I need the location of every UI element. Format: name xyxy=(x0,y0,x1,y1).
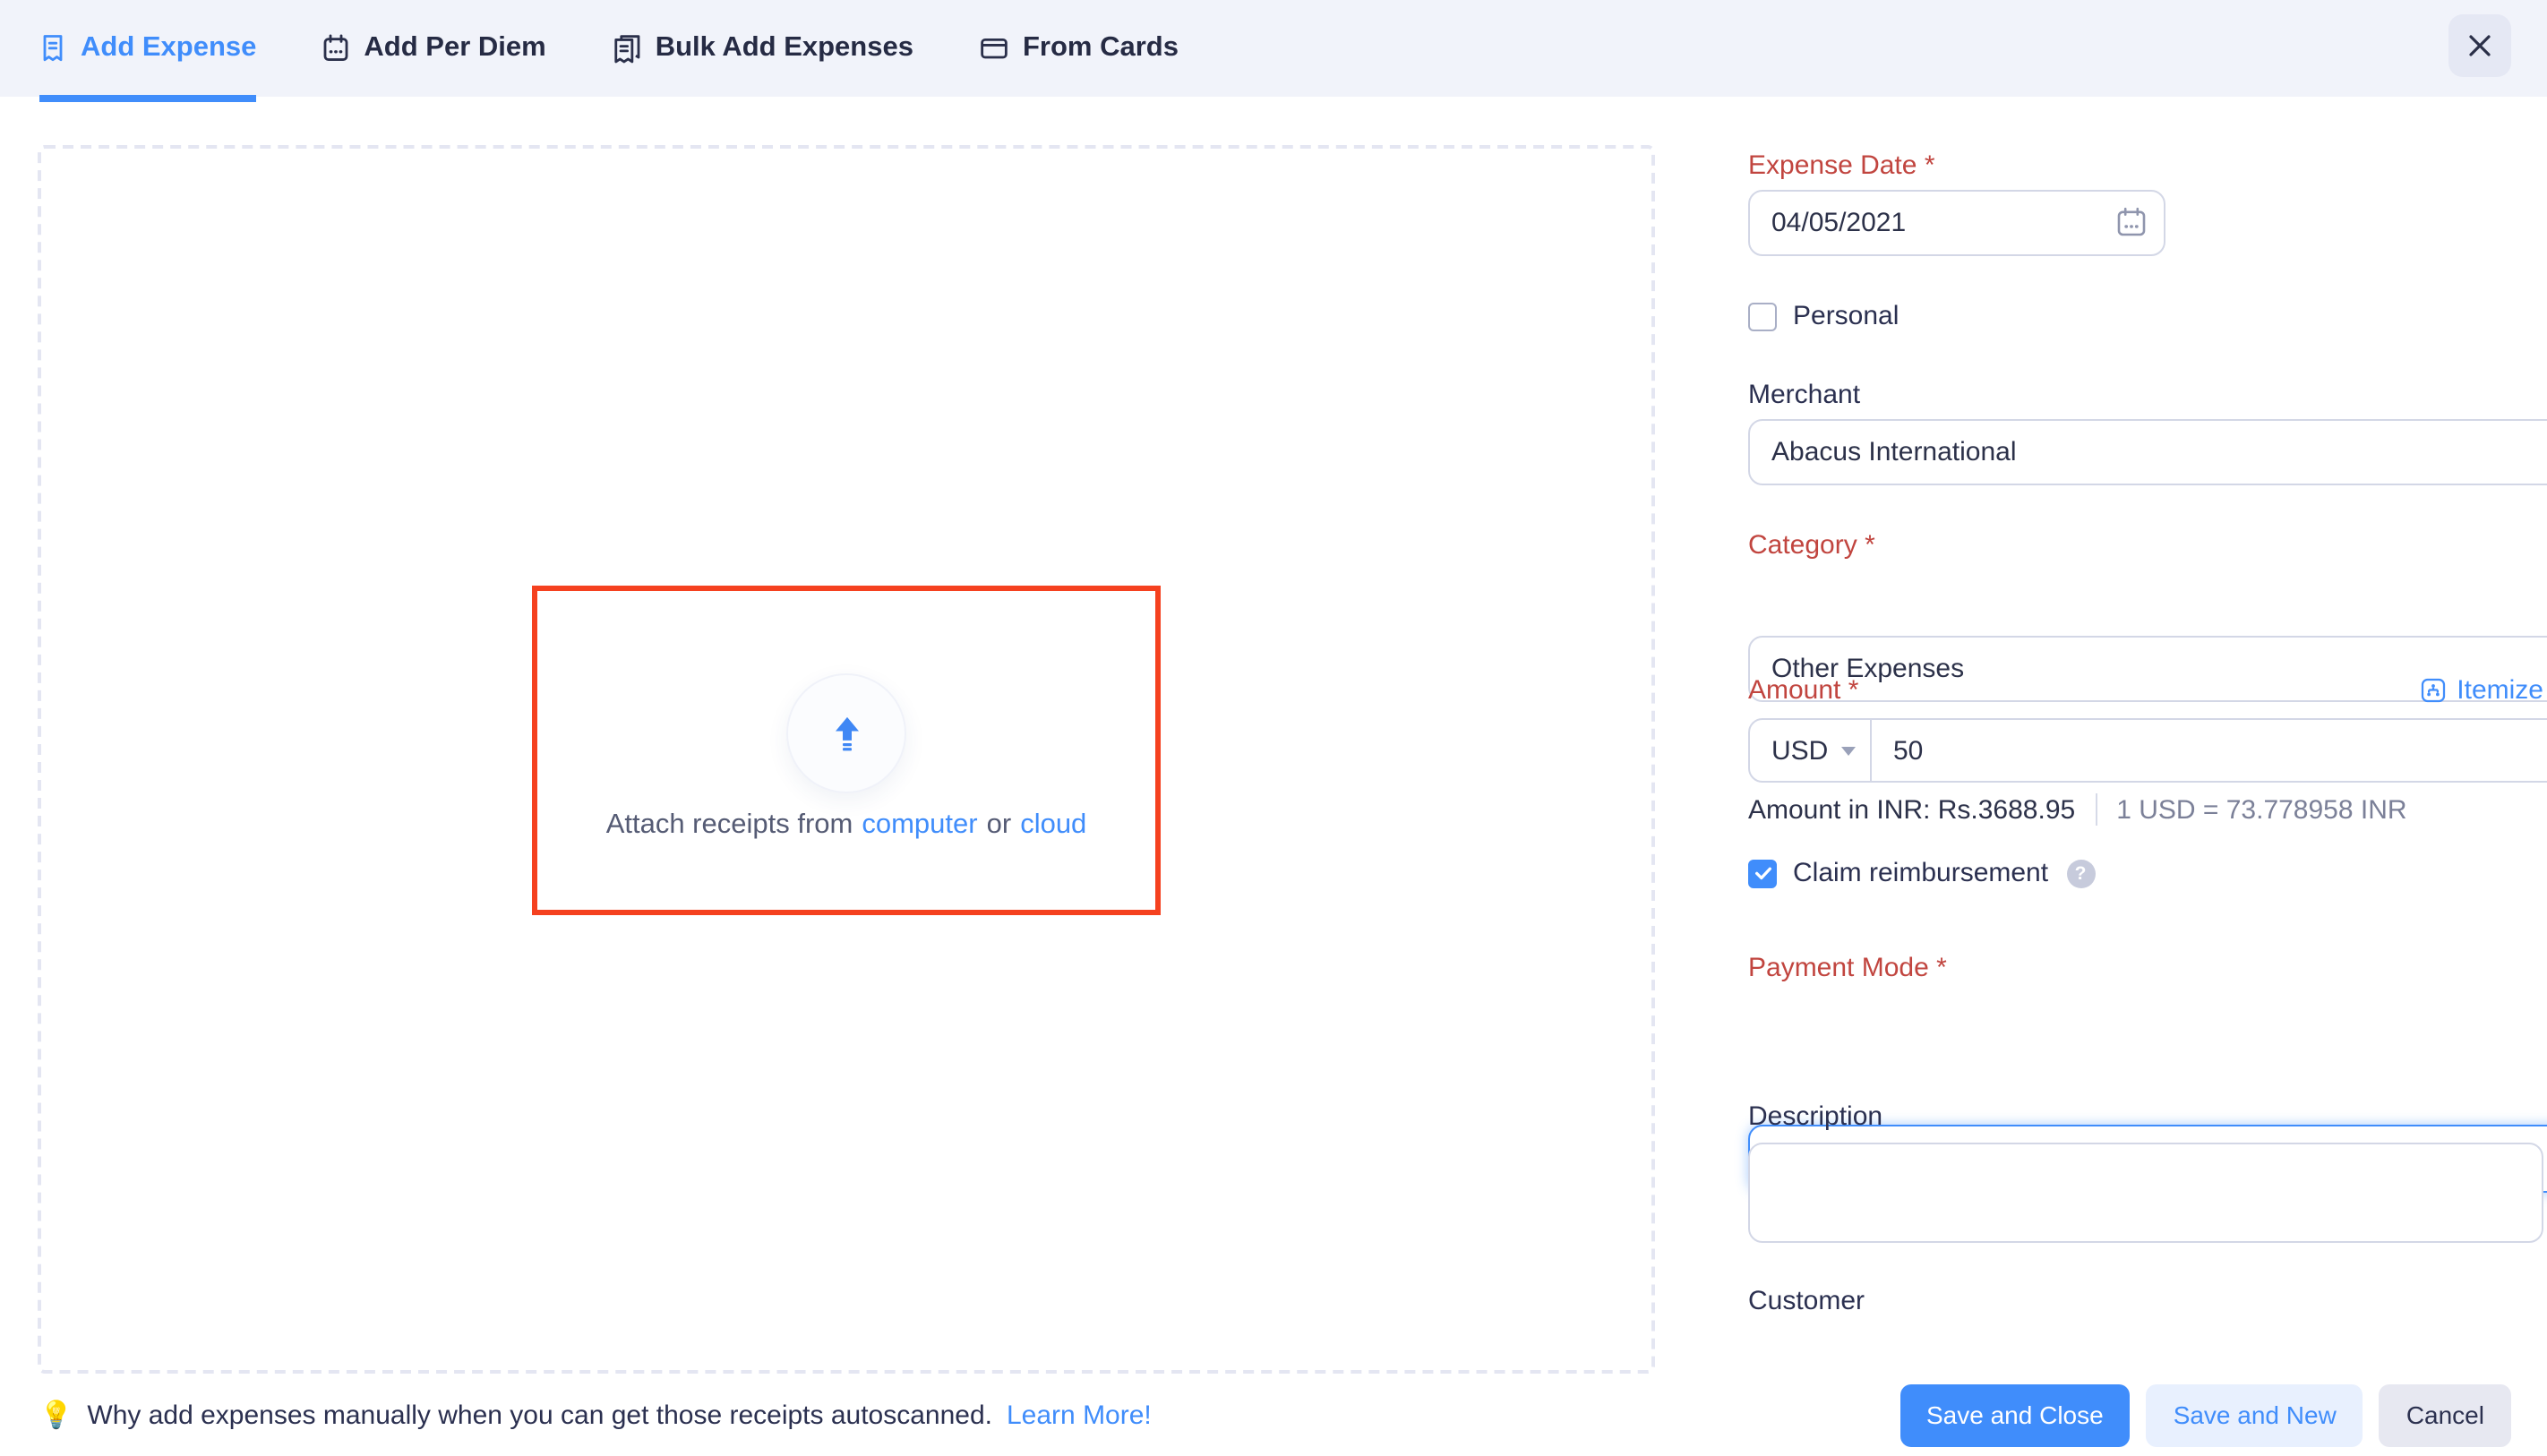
tip-text: Why add expenses manually when you can g… xyxy=(87,1400,992,1430)
amount-input[interactable] xyxy=(1872,720,2547,781)
amount-label: Amount * xyxy=(1748,675,1858,706)
currency-select[interactable]: USD xyxy=(1750,720,1872,781)
upload-arrow-icon xyxy=(823,710,870,757)
receipts-stack-icon xyxy=(613,33,641,64)
close-button[interactable] xyxy=(2448,14,2511,77)
attach-receipts-text: Attach receipts from computer or cloud xyxy=(448,809,1245,842)
currency-value: USD xyxy=(1771,735,1828,766)
help-icon[interactable]: ? xyxy=(2066,859,2095,887)
customer-label: Customer xyxy=(1748,1286,1865,1316)
receipt-icon xyxy=(39,34,66,63)
expense-date-input[interactable] xyxy=(1748,190,2165,256)
required-mark: * xyxy=(1936,953,1947,983)
calendar-picker-icon[interactable] xyxy=(2115,206,2148,238)
tab-bulk-add-expenses[interactable]: Bulk Add Expenses xyxy=(613,0,913,97)
tab-bar: Add Expense Add Per Diem Bulk Add Expe xyxy=(0,0,2547,97)
cancel-button[interactable]: Cancel xyxy=(2380,1383,2511,1446)
attach-computer-link[interactable]: computer xyxy=(862,809,977,842)
divider xyxy=(2095,793,2097,826)
tab-label: Add Per Diem xyxy=(364,32,545,64)
category-label: Category * xyxy=(1748,530,2543,562)
claim-reimbursement-label: Claim reimbursement xyxy=(1793,858,2048,888)
tab-add-expense[interactable]: Add Expense xyxy=(39,0,256,97)
footer-bar: 💡 Why add expenses manually when you can… xyxy=(0,1374,2547,1456)
tab-add-per-diem[interactable]: Add Per Diem xyxy=(322,0,545,97)
attach-cloud-link[interactable]: cloud xyxy=(1020,809,1086,842)
credit-card-icon xyxy=(980,34,1008,63)
itemize-icon xyxy=(2419,677,2446,704)
converted-amount: Amount in INR: Rs.3688.95 xyxy=(1748,794,2075,825)
save-and-new-button[interactable]: Save and New xyxy=(2147,1383,2363,1446)
attach-or-text: or xyxy=(987,809,1012,842)
required-mark: * xyxy=(1925,150,1935,181)
caret-down-icon xyxy=(1840,746,1855,755)
itemize-link[interactable]: Itemize xyxy=(2419,675,2543,706)
exchange-rate-line: Amount in INR: Rs.3688.95 1 USD = 73.778… xyxy=(1748,793,2543,826)
required-mark: * xyxy=(1865,530,1875,561)
upload-circle[interactable] xyxy=(786,673,906,793)
tab-label: From Cards xyxy=(1023,32,1179,64)
learn-more-link[interactable]: Learn More! xyxy=(1007,1400,1152,1430)
claim-reimbursement-checkbox[interactable] xyxy=(1748,859,1777,887)
add-expense-modal: Add Expense Add Per Diem Bulk Add Expe xyxy=(0,0,2547,1456)
merchant-label: Merchant xyxy=(1748,380,1860,410)
payment-mode-label: Payment Mode * xyxy=(1748,953,2543,985)
expense-date-label: Expense Date * xyxy=(1748,150,2543,183)
personal-label: Personal xyxy=(1793,301,1899,331)
personal-checkbox[interactable] xyxy=(1748,302,1777,330)
autoscan-tip: 💡 Why add expenses manually when you can… xyxy=(39,1399,1152,1431)
merchant-select[interactable]: Abacus International xyxy=(1748,419,2547,485)
tab-label: Bulk Add Expenses xyxy=(656,32,913,64)
footer-buttons: Save and Close Save and New Cancel xyxy=(1900,1383,2511,1446)
close-icon xyxy=(2466,32,2493,59)
save-and-close-button[interactable]: Save and Close xyxy=(1900,1383,2131,1446)
calendar-icon xyxy=(322,34,349,63)
tab-from-cards[interactable]: From Cards xyxy=(980,0,1179,97)
required-mark: * xyxy=(1848,675,1859,706)
lightbulb-icon: 💡 xyxy=(39,1399,73,1431)
description-input[interactable] xyxy=(1748,1143,2543,1243)
merchant-value: Abacus International xyxy=(1771,437,2017,467)
exchange-rate: 1 USD = 73.778958 INR xyxy=(2116,794,2406,825)
tab-label: Add Expense xyxy=(81,32,256,64)
attach-prefix: Attach receipts from xyxy=(606,809,853,842)
description-label: Description xyxy=(1748,1101,1882,1132)
